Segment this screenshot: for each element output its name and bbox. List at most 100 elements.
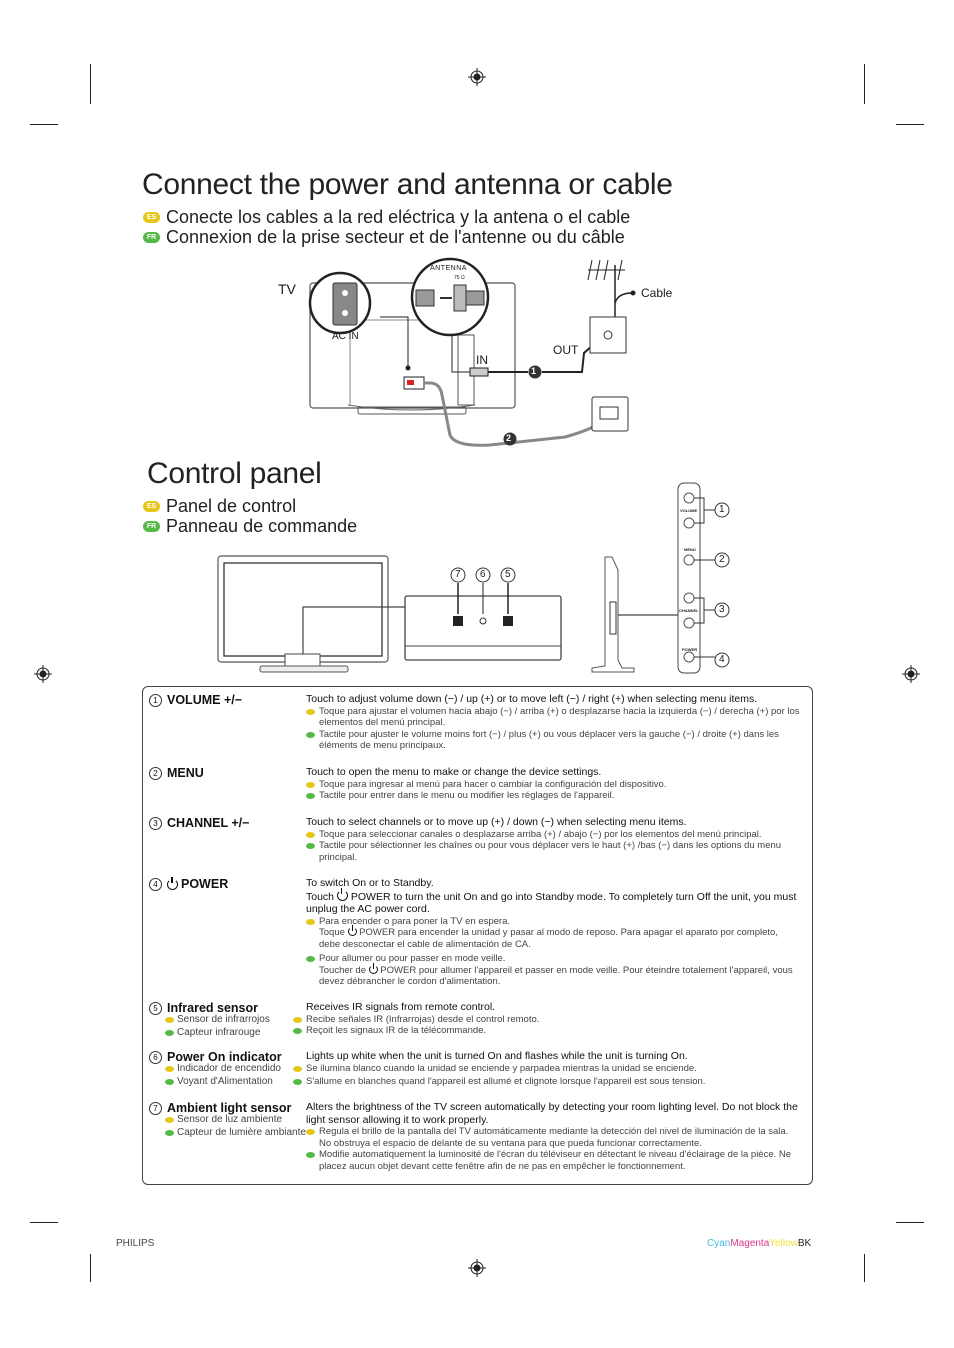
es-dot-icon xyxy=(306,1129,315,1135)
desc-es-pre: Toque xyxy=(319,927,345,938)
power-indicator xyxy=(479,617,487,625)
color-black: BK xyxy=(797,1238,812,1249)
power-icon xyxy=(347,925,357,936)
side-label-volume: VOLUME xyxy=(680,508,698,513)
item-number: 3 xyxy=(149,816,162,830)
es-dot-icon xyxy=(306,918,315,925)
subtitle-es-text: Conecte los cables a la red eléctrica y … xyxy=(166,207,631,227)
impedance-label: 75 Ω xyxy=(454,275,465,281)
fr-dot-icon xyxy=(165,1129,174,1136)
desc-en: Alters the brightness of the TV screen a… xyxy=(306,1101,798,1126)
crop-mark xyxy=(864,64,865,104)
es-dot-icon xyxy=(306,708,315,715)
crop-mark xyxy=(90,64,91,104)
label-es: Sensor de luz ambiente xyxy=(177,1114,283,1125)
side-label-menu: MENU xyxy=(684,547,696,552)
power-icon xyxy=(167,876,178,890)
control-label: Infrared sensor xyxy=(167,1001,259,1015)
infrared-sensor xyxy=(503,616,513,626)
es-dot-icon xyxy=(165,1017,174,1023)
connection-diagram: TV AC IN ANTENNA 75 Ω IN OUT Cable 1 2 xyxy=(270,255,690,455)
color-magenta: Magenta xyxy=(730,1238,770,1249)
item-number: 6 xyxy=(149,1050,162,1064)
label-fr: Voyant d'Alimentation xyxy=(177,1075,273,1087)
desc-es: Toque para ingresar al menú para hacer o… xyxy=(319,778,667,790)
desc-es-line2: POWER para encender la unidad y pasar al… xyxy=(319,927,778,950)
side-label-power: POWER xyxy=(682,647,698,652)
desc-es: Se ilumina blanco cuando la unidad se en… xyxy=(306,1062,697,1074)
desc-fr-pre: Toucher de xyxy=(319,964,367,976)
desc-es: Toque para ajustar el volumen hacia abaj… xyxy=(319,705,800,729)
item-number: 4 xyxy=(149,877,162,891)
control-label: VOLUME +/− xyxy=(167,693,243,707)
crop-mark xyxy=(864,1254,865,1282)
crop-mark xyxy=(896,1222,924,1223)
controls-description-box: 1 VOLUME +/− Touch to adjust volume down … xyxy=(142,686,813,1185)
desc-fr: Modifie automatiquement la luminosité de… xyxy=(319,1149,792,1172)
step-1-label: 1 xyxy=(531,366,537,376)
step-2-label: 2 xyxy=(506,433,512,443)
es-dot-icon xyxy=(306,781,315,788)
subtitle-es-text: Panel de control xyxy=(166,496,297,516)
desc-fr-line2: POWER pour allumer l'appareil et passer … xyxy=(319,964,793,988)
desc-es: Recibe señales IR (Infrarrojas) desde el… xyxy=(306,1013,540,1025)
subtitle-es: ES Conecte los cables a la red eléctrica… xyxy=(143,207,630,228)
power-icon xyxy=(336,887,348,901)
fr-dot-icon xyxy=(165,1078,174,1085)
control-label: Ambient light sensor xyxy=(167,1101,292,1115)
callout-2: 2 xyxy=(719,554,725,565)
fr-dot-icon xyxy=(306,793,315,799)
callout-6: 6 xyxy=(480,569,486,580)
desc-fr: Tactile pour ajuster le volume moins for… xyxy=(319,728,779,752)
fr-dot-icon xyxy=(306,1152,315,1158)
control-label: MENU xyxy=(167,766,204,780)
callout-3: 3 xyxy=(719,604,725,615)
ambient-light-sensor xyxy=(453,616,463,626)
crop-mark xyxy=(90,1254,91,1282)
desc-fr-line1: Pour allumer ou pour passer en mode veil… xyxy=(319,953,506,964)
desc-es-line1: Para encender o para poner la TV en espe… xyxy=(319,915,511,927)
wall-jack xyxy=(589,316,627,354)
subtitle-fr-text: Panneau de commande xyxy=(166,516,358,536)
side-label-channel: CHANNEL xyxy=(679,608,699,613)
antenna-label: ANTENNA xyxy=(430,265,467,272)
label-es: Indicador de encendido xyxy=(177,1063,281,1074)
callout-1: 1 xyxy=(719,504,725,515)
label-fr: Capteur de lumière ambiante xyxy=(177,1126,306,1138)
item-number: 1 xyxy=(149,693,162,707)
es-dot-icon xyxy=(306,831,315,838)
subtitle-es: ES Panel de control xyxy=(143,496,296,517)
fr-dot-icon xyxy=(293,1028,302,1034)
footer-color-bar: CyanMagentaYellowBK xyxy=(707,1238,811,1249)
subtitle-fr: FR Connexion de la prise secteur et de l… xyxy=(143,227,625,248)
es-badge: ES xyxy=(143,212,160,223)
control-label: POWER xyxy=(181,877,229,891)
subtitle-fr: FR Panneau de commande xyxy=(143,516,357,537)
callout-5: 5 xyxy=(505,569,511,580)
footer-brand: PHILIPS xyxy=(116,1238,155,1249)
subtitle-fr-text: Connexion de la prise secteur et de l'an… xyxy=(166,227,625,247)
callout-7: 7 xyxy=(455,569,461,580)
tv-front-diagram: 7 6 5 xyxy=(210,550,570,680)
tv-label: TV xyxy=(278,281,296,297)
section-title-connect: Connect the power and antenna or cable xyxy=(142,168,673,201)
es-dot-icon xyxy=(165,1066,174,1072)
desc-en-line2: POWER to turn the unit On and go into St… xyxy=(306,890,797,916)
item-number: 7 xyxy=(149,1101,162,1115)
es-dot-icon xyxy=(293,1065,302,1072)
es-dot-icon xyxy=(293,1016,302,1023)
registration-mark-icon xyxy=(468,68,486,86)
desc-fr: Tactile pour sélectionner les chaînes ou… xyxy=(319,840,782,863)
color-cyan: Cyan xyxy=(707,1238,731,1249)
fr-badge: FR xyxy=(143,232,160,243)
control-label: Power On indicator xyxy=(167,1050,282,1064)
cable-label: Cable xyxy=(641,286,673,300)
crop-mark xyxy=(30,124,58,125)
desc-en: Touch to select channels or to move up (… xyxy=(306,816,687,828)
es-badge: ES xyxy=(143,501,160,512)
desc-es: Regula el brillo de la pantalla del TV a… xyxy=(319,1126,789,1149)
label-fr: Capteur infrarouge xyxy=(177,1026,261,1038)
crop-mark xyxy=(30,1222,58,1223)
desc-en: Touch to open the menu to make or change… xyxy=(306,766,602,778)
desc-en-line1: To switch On or to Standby. xyxy=(306,877,434,889)
